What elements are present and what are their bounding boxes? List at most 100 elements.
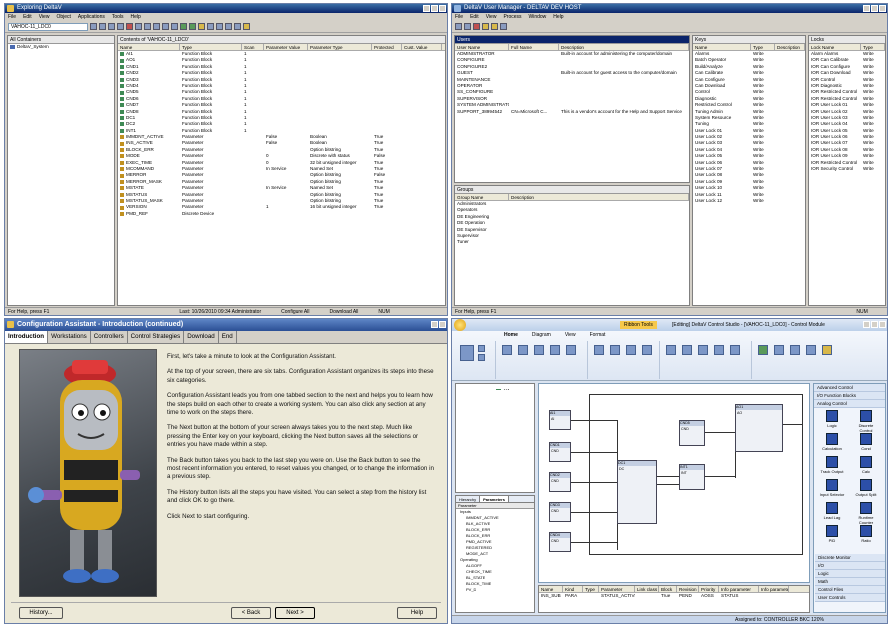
- properties-icon[interactable]: [464, 23, 471, 30]
- param-tab-hierarchy[interactable]: Hierarchy: [456, 496, 481, 502]
- assign-icon[interactable]: [566, 345, 576, 355]
- studio-titlebar[interactable]: Ribbon Tools [Editing] DeltaV Control St…: [452, 319, 887, 331]
- diagnostics-icon[interactable]: [207, 23, 214, 30]
- menu-view[interactable]: View: [486, 13, 497, 21]
- pointer-icon[interactable]: [594, 345, 604, 355]
- user-manager-icon[interactable]: [216, 23, 223, 30]
- delete-icon[interactable]: [126, 23, 133, 30]
- control-studio-icon[interactable]: [198, 23, 205, 30]
- compare-icon[interactable]: [774, 345, 784, 355]
- library-group[interactable]: I/O: [815, 562, 885, 570]
- col-scan[interactable]: Scan: [242, 44, 264, 50]
- copy-icon[interactable]: [108, 23, 115, 30]
- help-icon[interactable]: [431, 321, 438, 328]
- param-row[interactable]: PV_D: [456, 587, 534, 593]
- download-icon[interactable]: [758, 345, 768, 355]
- function-block[interactable]: CND3 CND: [549, 502, 571, 522]
- col-full-name[interactable]: Full Name: [509, 44, 559, 50]
- function-block[interactable]: AI1 AI: [549, 410, 571, 430]
- download-icon[interactable]: [180, 23, 187, 30]
- paste-icon[interactable]: [460, 345, 474, 361]
- library-item[interactable]: Ratio: [853, 525, 879, 549]
- ribbon-tab-home[interactable]: Home: [504, 331, 518, 339]
- maximize-icon[interactable]: [871, 5, 878, 12]
- library-item[interactable]: Input Selector: [819, 479, 845, 503]
- minimize-icon[interactable]: [863, 321, 870, 328]
- col-user-name[interactable]: User Name: [455, 44, 509, 50]
- col-group-name[interactable]: Group Name: [455, 194, 509, 200]
- col-key-description[interactable]: Description: [775, 44, 805, 50]
- bottom-grid-row[interactable]: INS_SUB PARA STATUS_ACTIVE True PEND AOSS STAT…: [539, 593, 809, 599]
- bottom-col-header[interactable]: Block: [659, 586, 677, 592]
- library-item[interactable]: Output Split: [853, 479, 879, 503]
- table-row[interactable]: PMD_REF Discrete Device: [118, 211, 445, 217]
- function-block[interactable]: AO1 AO: [735, 404, 783, 452]
- connect-icon[interactable]: [610, 345, 620, 355]
- table-row[interactable]: SUPPORT_38994542 CN=Microsoft C... This is…: [455, 109, 689, 115]
- menu-tools[interactable]: Tools: [112, 13, 124, 21]
- hierarchy-item[interactable]: AI1: [456, 388, 534, 391]
- function-block[interactable]: CND2 CND: [549, 472, 571, 492]
- next-button[interactable]: Next >: [275, 607, 315, 619]
- library-item[interactable]: Discrete Control: [853, 410, 879, 434]
- function-block[interactable]: DC1 DC: [617, 460, 657, 524]
- library-group[interactable]: Analog Control: [814, 400, 885, 408]
- library-group[interactable]: Discrete Monitor: [815, 554, 885, 562]
- undo-icon[interactable]: [502, 345, 512, 355]
- library-group[interactable]: I/O Function Blocks: [814, 392, 885, 400]
- library-item[interactable]: Calc: [853, 456, 879, 480]
- library-item[interactable]: Cond: [853, 433, 879, 457]
- col-name[interactable]: Name: [118, 44, 180, 50]
- text-icon[interactable]: [626, 345, 636, 355]
- find-icon[interactable]: [534, 345, 544, 355]
- small-icons-icon[interactable]: [153, 23, 160, 30]
- col-key-type[interactable]: Type: [751, 44, 775, 50]
- lock-icon[interactable]: [491, 23, 498, 30]
- ribbon-tab-diagram[interactable]: Diagram: [532, 331, 551, 339]
- library-group[interactable]: Math: [815, 578, 885, 586]
- help-icon[interactable]: [500, 23, 507, 30]
- tab-workstations[interactable]: Workstations: [48, 331, 91, 343]
- size-icon[interactable]: [714, 345, 724, 355]
- tab-introduction[interactable]: Introduction: [5, 331, 49, 343]
- bottom-col-header[interactable]: Revision: [677, 586, 699, 592]
- grid-icon[interactable]: [730, 345, 740, 355]
- upload-icon[interactable]: [189, 23, 196, 30]
- library-group[interactable]: Logic: [815, 570, 885, 578]
- function-block[interactable]: INT1 INT: [679, 464, 705, 490]
- group-icon[interactable]: [698, 345, 708, 355]
- library-item[interactable]: Logic: [819, 410, 845, 434]
- table-row[interactable]: User Lock 12 Write: [693, 198, 805, 204]
- copy-icon[interactable]: [478, 354, 485, 361]
- online-icon[interactable]: [790, 345, 800, 355]
- menu-window[interactable]: Window: [529, 13, 547, 21]
- delete-icon[interactable]: [473, 23, 480, 30]
- tab-end[interactable]: End: [219, 331, 237, 343]
- back-button[interactable]: < Back: [231, 607, 271, 619]
- assistant-titlebar[interactable]: Configuration Assistant - Introduction (…: [5, 319, 447, 331]
- key-icon[interactable]: [482, 23, 489, 30]
- find-icon[interactable]: [234, 23, 241, 30]
- col-lock-type[interactable]: Type: [861, 44, 885, 50]
- function-block-diagram[interactable]: AI1 AI CND1 CND CND2 CND CND3 CND CND4 CND DC1 DC IN…: [538, 383, 810, 583]
- order-icon[interactable]: [682, 345, 692, 355]
- library-item[interactable]: Runtime Counter: [853, 502, 879, 526]
- assign-icon[interactable]: [225, 23, 232, 30]
- maximize-icon[interactable]: [431, 5, 438, 12]
- menu-edit[interactable]: Edit: [470, 13, 479, 21]
- history-icon[interactable]: [806, 345, 816, 355]
- table-row[interactable]: Tuner: [455, 239, 689, 245]
- library-item[interactable]: Lead Lag: [819, 502, 845, 526]
- menu-edit[interactable]: Edit: [23, 13, 32, 21]
- maximize-icon[interactable]: [871, 321, 878, 328]
- menu-file[interactable]: File: [455, 13, 463, 21]
- tab-controllers[interactable]: Controllers: [91, 331, 128, 343]
- col-type[interactable]: Type: [180, 44, 242, 50]
- bottom-col-header[interactable]: Priority: [699, 586, 719, 592]
- cut-icon[interactable]: [478, 345, 485, 352]
- menu-view[interactable]: View: [39, 13, 50, 21]
- bottom-col-header[interactable]: Type: [583, 586, 599, 592]
- library-group[interactable]: Control Files: [815, 586, 885, 594]
- library-group[interactable]: User Controls: [815, 594, 885, 602]
- zoom-icon[interactable]: [642, 345, 652, 355]
